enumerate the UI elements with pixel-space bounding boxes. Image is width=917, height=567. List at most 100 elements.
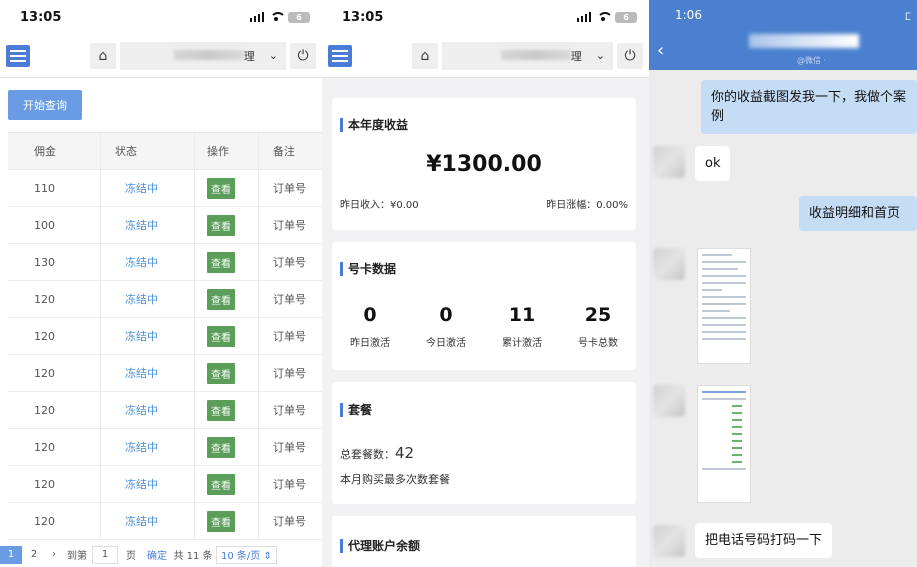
- view-button[interactable]: 查看: [207, 399, 235, 421]
- card-title: 套餐: [340, 403, 372, 417]
- table-row: 130 冻结中 查看 订单号: [8, 244, 322, 281]
- query-button[interactable]: 开始查询: [8, 90, 82, 120]
- view-button[interactable]: 查看: [207, 436, 235, 458]
- column-header: 操作: [195, 133, 259, 169]
- action-cell: 查看: [195, 281, 259, 317]
- next-page-icon[interactable]: ›: [46, 546, 62, 564]
- chevron-down-icon: ⌄: [268, 49, 278, 62]
- status-cell: 冻结中: [101, 244, 195, 280]
- package-card: 套餐 总套餐数：42 本月购买最多次数套餐: [332, 382, 636, 504]
- status-cell: 冻结中: [101, 170, 195, 206]
- power-icon[interactable]: ⏻: [290, 42, 316, 69]
- status-time: 13:05: [20, 9, 62, 25]
- blurred-text: [173, 49, 244, 60]
- stat-card-total: 25 号卡总数: [578, 304, 618, 349]
- view-button[interactable]: 查看: [207, 177, 235, 199]
- contact-name-blurred: [749, 34, 859, 48]
- action-cell: 查看: [195, 392, 259, 428]
- confirm-button[interactable]: 确定: [144, 546, 170, 564]
- commission-screen: 13:05 6 ⌂ 理 ⌄ ⏻ 开始查询 佣金 状态 操作 备注 110 冻结中查…: [0, 0, 322, 567]
- action-cell: 查看: [195, 318, 259, 354]
- action-cell: 查看: [195, 207, 259, 243]
- amount-cell: 130: [8, 244, 101, 280]
- chat-screen: 1:06 ⵎ ‹ @微信 · 你的收益截图发我一下，我做个案例 ok 收益明细和…: [649, 0, 917, 567]
- table-row: 120 冻结中 查看 订单号: [8, 281, 322, 318]
- yesterday-growth: 昨日涨幅：0.00%: [546, 200, 628, 211]
- amount-cell: 120: [8, 355, 101, 391]
- note-cell: 订单号: [273, 293, 306, 306]
- top-toolbar: ⌂ 理 ⌄ ⏻: [0, 34, 322, 78]
- view-button[interactable]: 查看: [207, 214, 235, 236]
- table-row: 120 冻结中 查看 订单号: [8, 355, 322, 392]
- page-1-button[interactable]: 1: [0, 545, 22, 564]
- account-select[interactable]: 理 ⌄: [442, 41, 613, 70]
- balance-card: 代理账户余额: [332, 516, 636, 567]
- signal-icon: [249, 12, 264, 22]
- view-button[interactable]: 查看: [207, 325, 235, 347]
- home-icon[interactable]: ⌂: [90, 42, 116, 69]
- view-button[interactable]: 查看: [207, 288, 235, 310]
- page-input[interactable]: 1: [92, 545, 118, 564]
- status-bar: 13:05 6: [0, 0, 322, 34]
- stat-total-activated: 11 累计激活: [502, 304, 542, 349]
- card-title: 号卡数据: [340, 262, 396, 276]
- message-bubble: ok: [695, 146, 731, 181]
- blurred-text: [500, 49, 571, 60]
- total-count: 共 11 条: [173, 551, 213, 562]
- battery-icon: 6: [615, 11, 637, 23]
- battery-icon: 6: [288, 11, 310, 23]
- status-cell: 冻结中: [101, 355, 195, 391]
- yesterday-income: 昨日收入：¥0.00: [340, 200, 419, 211]
- view-button[interactable]: 查看: [207, 251, 235, 273]
- signal-icon: [576, 12, 591, 22]
- status-cell: 冻结中: [101, 281, 195, 317]
- action-cell: 查看: [195, 429, 259, 465]
- status-cell: 冻结中: [101, 466, 195, 502]
- amount-cell: 120: [8, 318, 101, 354]
- view-button[interactable]: 查看: [207, 510, 235, 532]
- view-button[interactable]: 查看: [207, 473, 235, 495]
- action-cell: 查看: [195, 503, 259, 539]
- power-icon[interactable]: ⏻: [617, 42, 643, 69]
- table-row: 120 冻结中 查看 订单号: [8, 429, 322, 466]
- package-total: 总套餐数：42: [340, 444, 415, 462]
- package-note: 本月购买最多次数套餐: [340, 473, 450, 486]
- table-row: 110 冻结中 查看 订单号: [8, 170, 322, 207]
- home-icon[interactable]: ⌂: [412, 42, 438, 69]
- card-title: 本年度收益: [340, 118, 408, 132]
- amount-cell: 100: [8, 207, 101, 243]
- wifi-icon: [269, 12, 286, 22]
- status-time: 13:05: [342, 9, 384, 25]
- page-size-select[interactable]: 10 条/页 ⇕: [216, 545, 277, 564]
- table-row: 120 冻结中 查看 订单号: [8, 503, 322, 540]
- table-row: 100 冻结中 查看 订单号: [8, 207, 322, 244]
- chat-header: 1:06 ⵎ ‹ @微信 ·: [649, 0, 917, 70]
- menu-icon[interactable]: [6, 44, 30, 67]
- note-cell: 订单号: [273, 182, 306, 195]
- menu-icon[interactable]: [328, 44, 352, 67]
- avatar: [653, 385, 685, 417]
- dashboard-screen: 13:05 6 ⌂ 理 ⌄ ⏻ 本年度收益 ¥1300.00 昨日收入：¥0.0…: [322, 0, 649, 567]
- note-cell: 订单号: [273, 478, 306, 491]
- account-select[interactable]: 理 ⌄: [120, 41, 286, 70]
- back-icon[interactable]: ‹: [657, 40, 664, 61]
- page-2-button[interactable]: 2: [22, 546, 46, 564]
- message-bubble: 收益明细和首页: [799, 196, 917, 231]
- table-header: 佣金 状态 操作 备注: [8, 133, 322, 170]
- amount-cell: 120: [8, 429, 101, 465]
- screenshot-thumbnail[interactable]: [697, 385, 751, 503]
- pagination: 1 2 › 到第 1 页 确定 共 11 条 10 条/页 ⇕: [0, 542, 322, 567]
- action-cell: 查看: [195, 244, 259, 280]
- more-icon[interactable]: ⵎ: [905, 12, 911, 23]
- view-button[interactable]: 查看: [207, 362, 235, 384]
- chevron-down-icon: ⌄: [595, 49, 605, 62]
- note-cell: 订单号: [273, 441, 306, 454]
- message-bubble: 把电话号码打码一下: [695, 523, 833, 558]
- avatar: [653, 248, 685, 280]
- commission-table: 佣金 状态 操作 备注 110 冻结中 查看 订单号 100 冻结中 查看 订单号 130 冻结中…: [8, 132, 322, 540]
- action-cell: 查看: [195, 466, 259, 502]
- screenshot-thumbnail[interactable]: [697, 248, 751, 364]
- contact-sub: @微信 ·: [797, 56, 827, 65]
- note-cell: 订单号: [273, 367, 306, 380]
- status-cell: 冻结中: [101, 392, 195, 428]
